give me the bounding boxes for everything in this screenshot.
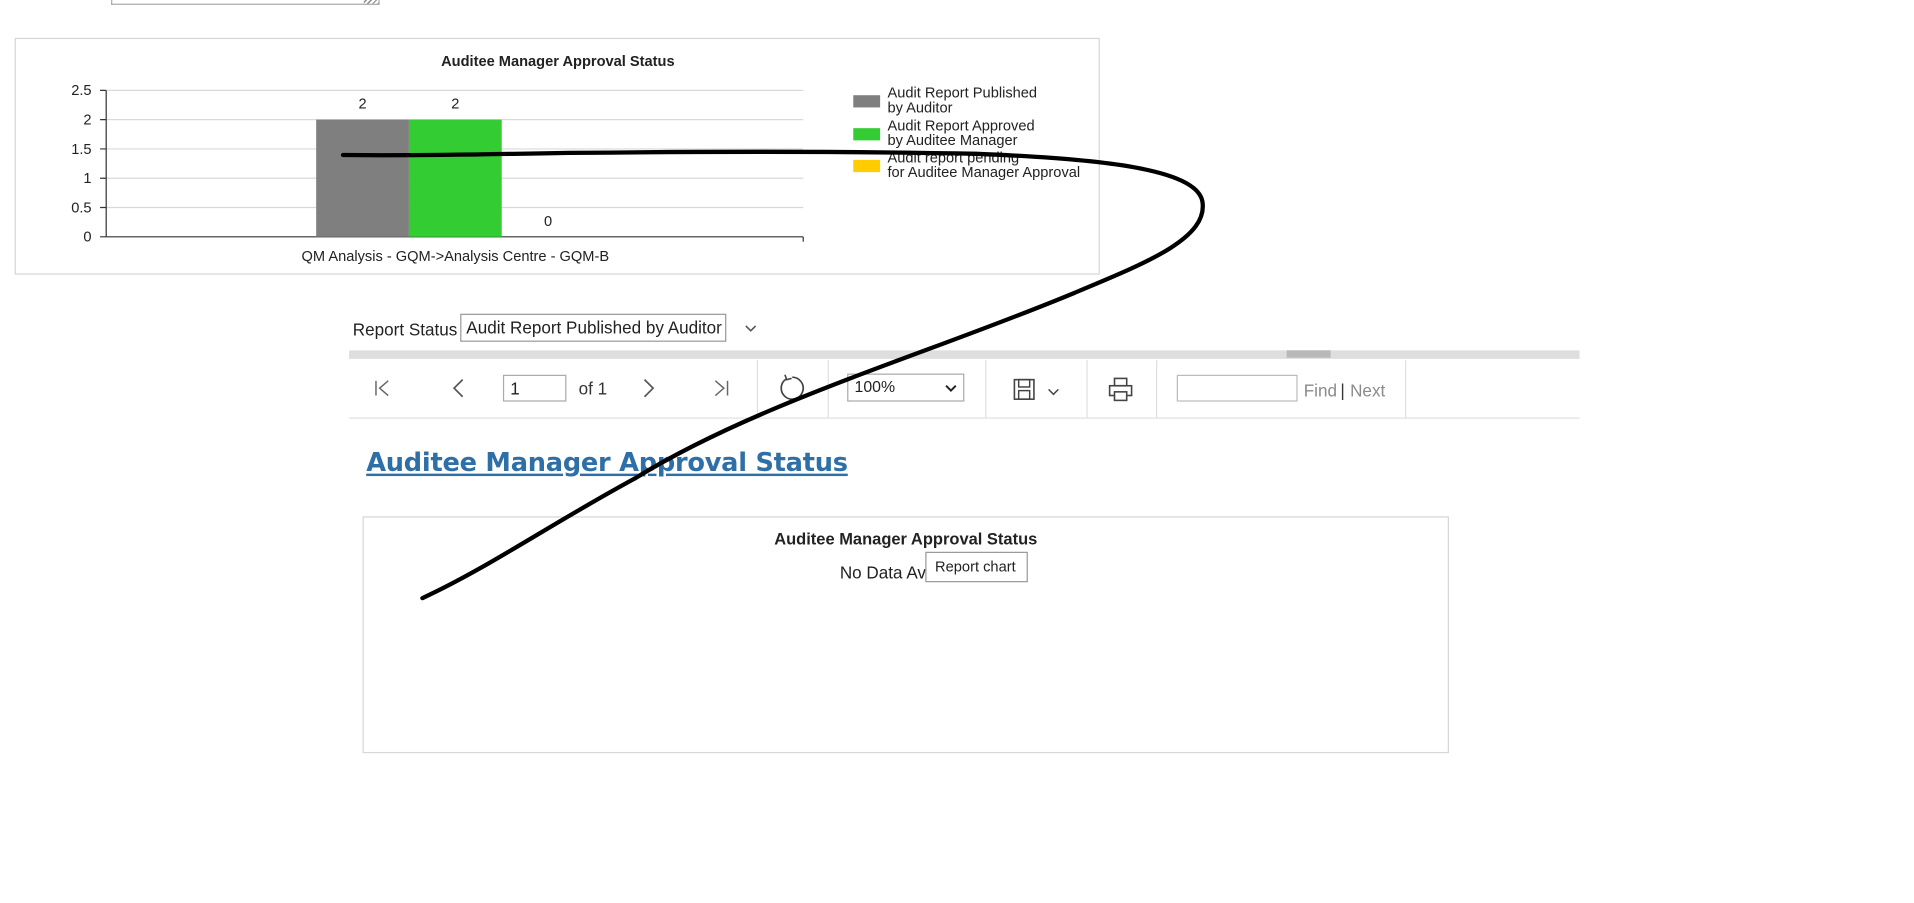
data-label: 0 xyxy=(544,214,552,230)
find-text-input[interactable] xyxy=(1176,374,1298,402)
toolbar-separator xyxy=(1156,360,1158,418)
chevron-down-icon[interactable] xyxy=(742,320,759,337)
approval-status-chart: Auditee Manager Approval Status 0 0.5 1 1.5 2… xyxy=(14,37,1100,275)
current-page-input[interactable]: 1 xyxy=(502,374,567,402)
top-text-input[interactable] xyxy=(111,0,380,5)
report-chart-title: Auditee Manager Approval Status xyxy=(774,529,1038,549)
refresh-icon[interactable] xyxy=(778,374,807,403)
chart-title: Auditee Manager Approval Status xyxy=(441,54,675,70)
legend-label: Audit Report Approved by Auditee Manager xyxy=(887,119,1034,150)
print-icon[interactable] xyxy=(1107,376,1134,403)
report-heading-link[interactable]: Auditee Manager Approval Status xyxy=(366,448,848,477)
y-tick-label: 1.5 xyxy=(71,142,91,158)
page-count-label: of 1 xyxy=(578,378,608,398)
save-icon[interactable] xyxy=(1012,377,1036,401)
chevron-down-icon[interactable] xyxy=(1046,386,1061,398)
resize-grip-icon[interactable] xyxy=(363,0,379,4)
y-tick-label: 2.5 xyxy=(71,83,91,99)
legend-swatch xyxy=(853,159,881,173)
find-separator: | xyxy=(1340,380,1345,401)
toolbar-separator xyxy=(1405,360,1407,418)
y-tick-label: 0.5 xyxy=(71,200,91,216)
toolbar-separator xyxy=(985,360,987,418)
toolbar-separator xyxy=(1086,360,1088,418)
legend-label: Audit report pending for Auditee Manager … xyxy=(887,150,1080,181)
no-data-message: No Data Av xyxy=(839,562,926,583)
report-status-label: Report Status xyxy=(352,319,458,340)
bar xyxy=(408,119,502,237)
legend-label: Audit Report Published by Auditor xyxy=(887,86,1037,117)
toolbar-separator xyxy=(756,360,759,418)
toolbar-separator xyxy=(827,360,829,418)
zoom-select[interactable]: 100% xyxy=(847,373,965,402)
y-tick-label: 1 xyxy=(83,171,91,187)
chevron-down-icon[interactable] xyxy=(945,382,957,394)
y-tick-label: 2 xyxy=(83,113,91,129)
previous-page-icon[interactable] xyxy=(448,377,470,399)
legend-swatch xyxy=(853,128,881,141)
splitter-collapse-handle[interactable] xyxy=(1286,350,1331,358)
legend-swatch xyxy=(853,95,881,108)
find-link[interactable]: Find xyxy=(1304,381,1337,401)
data-label: 2 xyxy=(451,97,459,113)
zoom-value: 100% xyxy=(854,377,896,396)
chart-canvas: Auditee Manager Approval Status 0 0.5 1 1.5 2… xyxy=(71,54,1080,265)
report-chart-tooltip: Report chart xyxy=(925,551,1028,583)
next-link[interactable]: Next xyxy=(1350,381,1385,401)
category-label: QM Analysis - GQM->Analysis Centre - GQM… xyxy=(302,249,610,265)
last-page-icon[interactable] xyxy=(710,377,732,399)
parameter-splitter[interactable] xyxy=(349,350,1580,359)
report-chart: Auditee Manager Approval Status No Data … xyxy=(362,516,1449,754)
data-label: 2 xyxy=(358,97,366,113)
y-tick-label: 0 xyxy=(83,230,91,246)
first-page-icon[interactable] xyxy=(371,377,393,399)
bar xyxy=(316,119,409,237)
next-page-icon[interactable] xyxy=(637,377,659,399)
report-status-select[interactable]: Audit Report Published by Auditor xyxy=(460,313,727,342)
